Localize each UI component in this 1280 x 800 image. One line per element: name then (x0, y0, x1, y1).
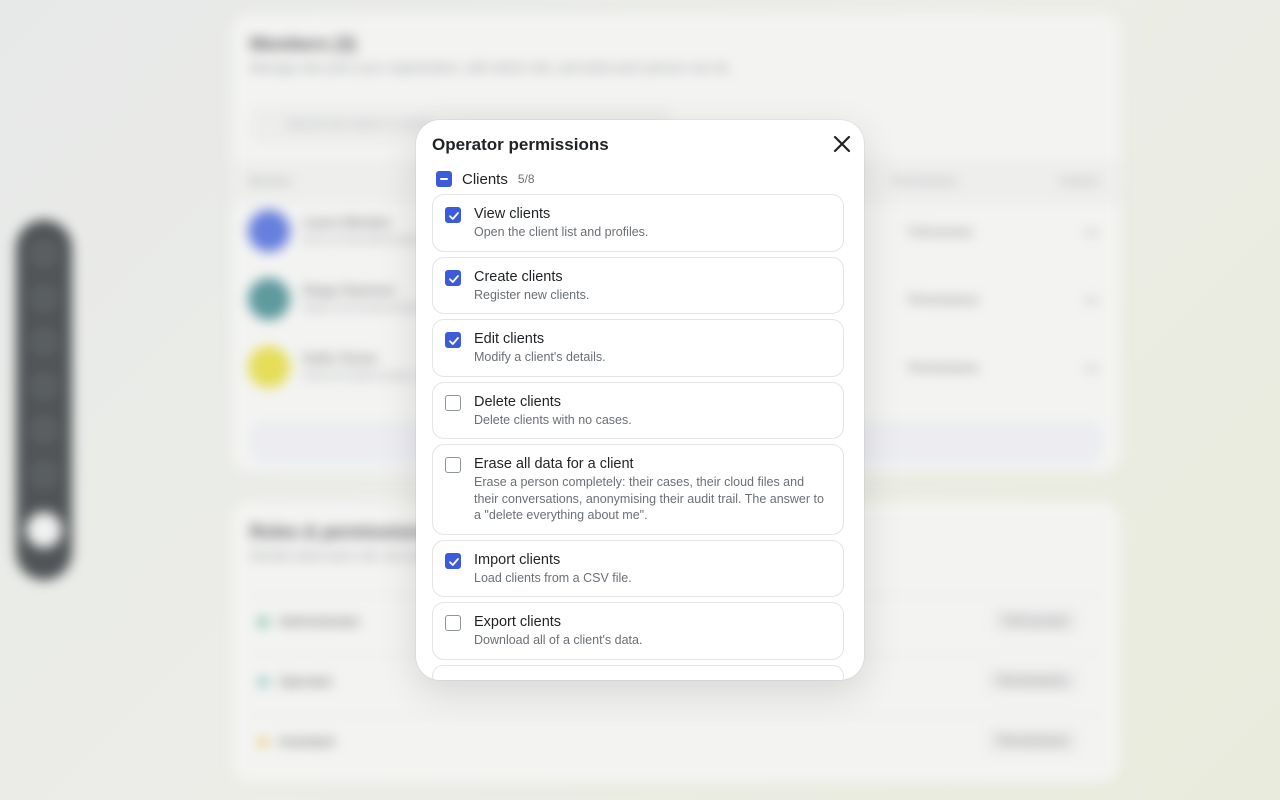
permission-description: Delete clients with no cases. (474, 412, 632, 427)
permission-description: Load clients from a CSV file. (474, 570, 632, 585)
permission-checkbox[interactable] (445, 552, 461, 569)
permission-title: Import clients (474, 551, 561, 568)
permission-checkbox[interactable] (445, 615, 461, 631)
permission-description: Modify a client's details. (474, 350, 606, 364)
permission-list: View clients Open the client list and pr… (432, 194, 844, 680)
permission-title: Erase all data for a client (474, 456, 634, 472)
permission-item[interactable]: Delete clients Delete clients with no ca… (432, 381, 844, 439)
permission-description: Download all of a client's data. (474, 633, 643, 647)
permission-title: Create clients (474, 268, 563, 285)
check-icon (449, 274, 459, 283)
group-count: 5/8 (517, 172, 535, 186)
permission-item[interactable]: View clients Open the client list and pr… (432, 194, 844, 252)
check-icon (449, 557, 459, 566)
permission-title: Export clients (474, 614, 562, 630)
permission-description: Open the client list and profiles. (474, 225, 649, 239)
permission-title: View clients (474, 206, 551, 222)
permission-item[interactable]: Import clients Load clients from a CSV f… (432, 539, 844, 597)
close-button[interactable] (830, 132, 854, 156)
permission-checkbox[interactable] (445, 332, 461, 348)
permission-item[interactable]: Erase all data for a client Erase a pers… (432, 444, 844, 535)
permission-description: Register new clients. (474, 287, 590, 302)
permission-title: Delete clients (474, 393, 562, 410)
group-clients-checkbox[interactable] (436, 171, 452, 187)
permission-checkbox[interactable] (445, 207, 461, 223)
group-label: Clients (462, 170, 508, 188)
permission-checkbox[interactable] (445, 394, 461, 411)
permission-title: Edit clients (474, 331, 545, 347)
close-icon (833, 135, 851, 153)
permission-item[interactable] (432, 664, 844, 680)
permission-item[interactable]: Create clients Register new clients. (432, 256, 844, 314)
check-icon (449, 212, 459, 220)
permission-item[interactable]: Export clients Download all of a client'… (432, 602, 844, 660)
permission-checkbox[interactable] (445, 269, 461, 286)
group-clients-header[interactable]: Clients 5/8 (436, 170, 535, 188)
minus-icon (440, 178, 448, 180)
permission-checkbox[interactable] (445, 457, 461, 473)
permissions-dialog: Operator permissions Clients 5/8 View cl… (416, 120, 864, 680)
dialog-title: Operator permissions (432, 135, 609, 154)
permission-item[interactable]: Edit clients Modify a client's details. (432, 319, 844, 377)
permission-description: Erase a person completely: their cases, … (474, 475, 824, 522)
check-icon (449, 337, 459, 345)
